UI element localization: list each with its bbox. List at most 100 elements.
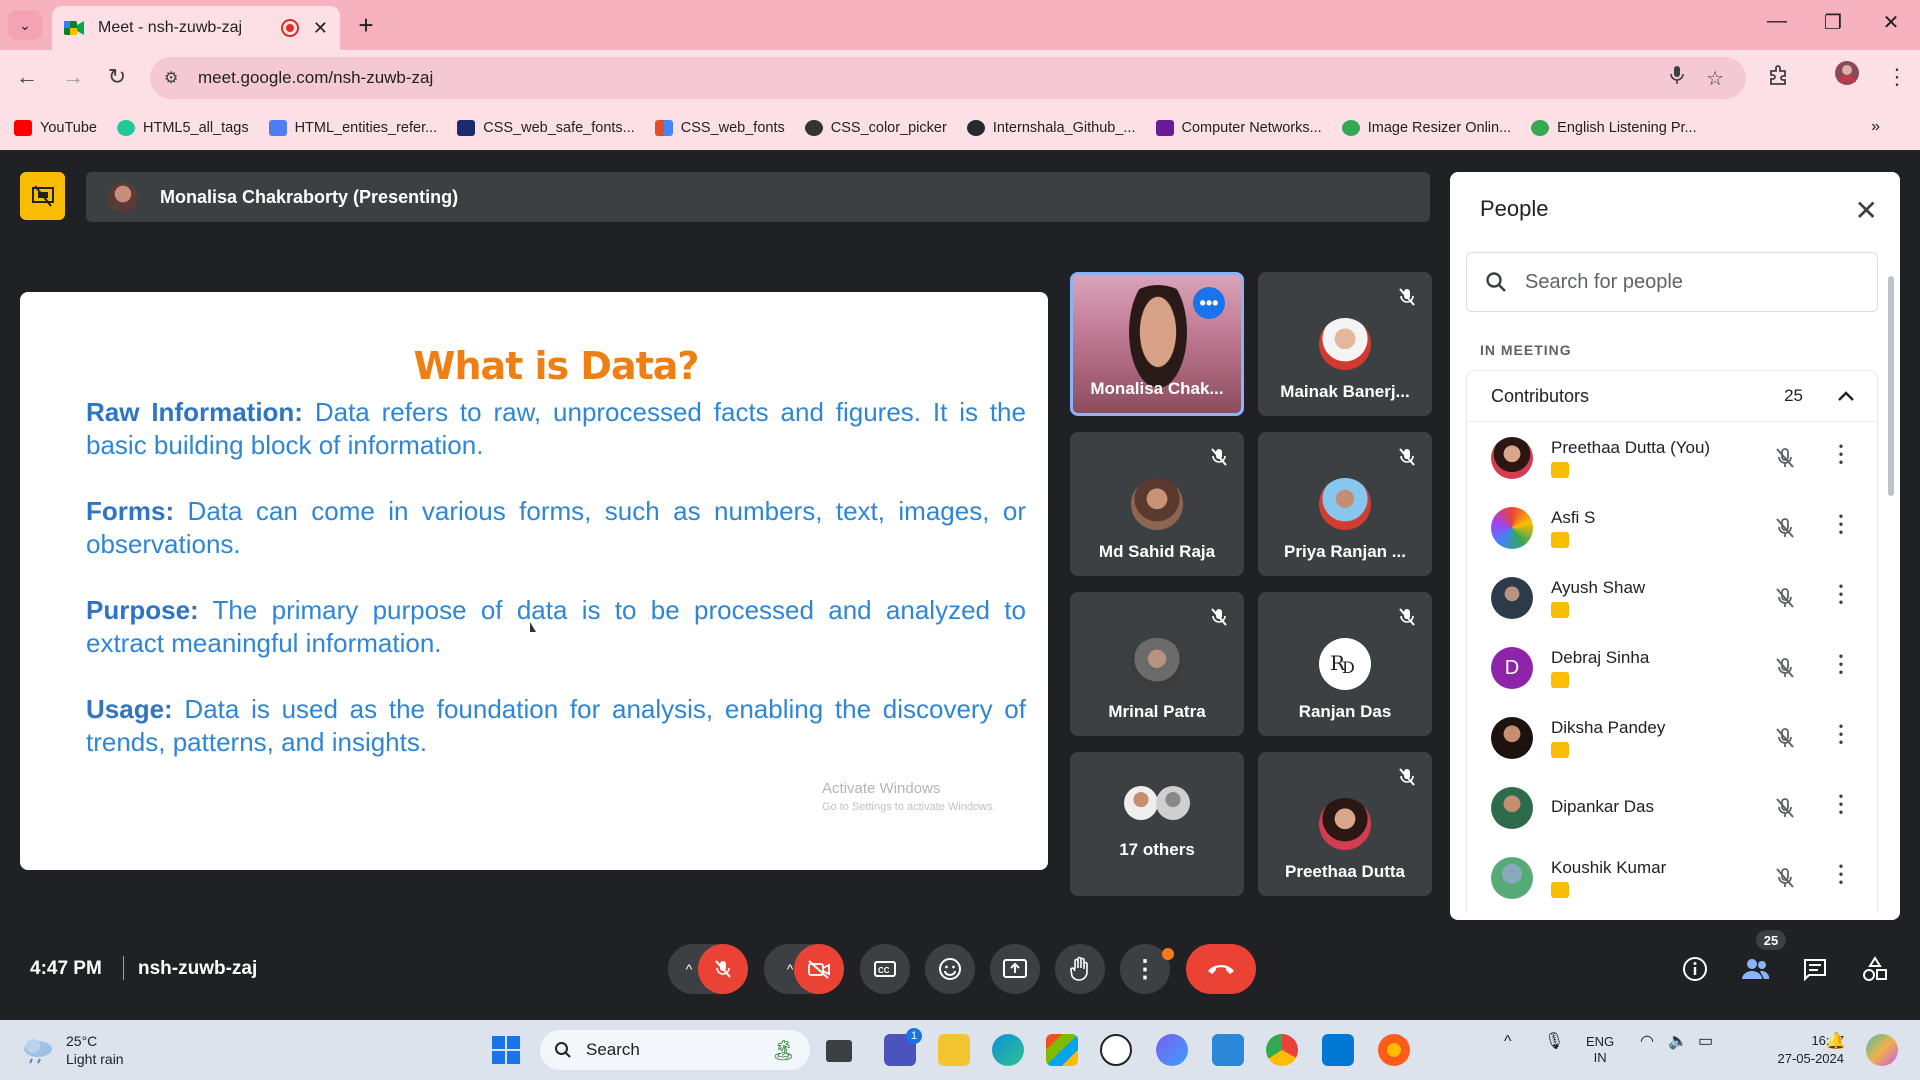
store-icon[interactable] — [1046, 1034, 1078, 1066]
participant-tile-others[interactable]: 17 others — [1070, 752, 1244, 896]
activities-button[interactable] — [1858, 952, 1892, 986]
participant-row[interactable]: Diksha Pandey • • • — [1467, 702, 1877, 772]
bookmark-item[interactable]: CSS_web_fonts — [654, 120, 785, 136]
copilot-icon[interactable] — [1156, 1034, 1188, 1066]
participant-row[interactable]: D Debraj Sinha • • • — [1467, 632, 1877, 702]
more-vert-icon[interactable]: • • • — [1837, 720, 1845, 748]
participant-tile[interactable]: Mainak Banerj... — [1258, 272, 1432, 416]
mic-off-icon[interactable] — [1773, 796, 1797, 820]
more-vert-icon[interactable]: • • • — [1837, 580, 1845, 608]
site-info-icon[interactable]: ⚙ — [164, 68, 184, 88]
participant-row[interactable]: Preethaa Dutta (You) • • • — [1467, 422, 1877, 492]
profile-avatar[interactable] — [1834, 60, 1860, 92]
bookmark-item[interactable]: YouTube — [14, 120, 97, 136]
participant-tile[interactable]: Md Sahid Raja — [1070, 432, 1244, 576]
wifi-icon[interactable]: ◠ — [1640, 1034, 1654, 1050]
bookmark-item[interactable]: Computer Networks... — [1155, 120, 1322, 136]
panel-scrollbar[interactable] — [1888, 276, 1894, 496]
reload-button[interactable]: ↻ — [102, 64, 132, 90]
taskbar-search[interactable]: Search 🏝 — [540, 1030, 810, 1070]
bookmark-item[interactable]: Internshala_Github_... — [966, 120, 1136, 136]
battery-icon[interactable]: ▭ — [1698, 1034, 1713, 1050]
start-button[interactable] — [490, 1034, 522, 1066]
browser-menu-icon[interactable]: ⋮ — [1886, 64, 1908, 90]
close-panel-icon[interactable]: ✕ — [1855, 194, 1878, 227]
people-search-input[interactable]: Search for people — [1466, 252, 1878, 312]
tray-overflow-icon[interactable]: ^ — [1504, 1034, 1512, 1050]
video-options-chevron-icon[interactable]: ^ — [787, 961, 794, 977]
back-button[interactable]: ← — [12, 64, 42, 90]
app-icon[interactable] — [1212, 1034, 1244, 1066]
more-vert-icon[interactable]: • • • — [1837, 790, 1845, 818]
reactions-button[interactable] — [925, 944, 975, 994]
more-vert-icon[interactable]: • • • — [1837, 440, 1845, 468]
vscode-icon[interactable] — [1322, 1034, 1354, 1066]
bookmark-item[interactable]: HTML5_all_tags — [116, 120, 249, 136]
more-options-icon[interactable]: ••• — [1193, 287, 1225, 319]
restore-button[interactable]: ❐ — [1818, 10, 1848, 35]
participant-tile[interactable]: Preethaa Dutta — [1258, 752, 1432, 896]
mic-off-icon[interactable] — [1773, 516, 1797, 540]
participant-row[interactable]: Koushik Kumar • • • — [1467, 842, 1877, 912]
more-vert-icon[interactable]: • • • — [1837, 860, 1845, 888]
bookmark-item[interactable]: HTML_entities_refer... — [268, 120, 437, 136]
weather-widget[interactable]: 25°C Light rain — [20, 1032, 124, 1068]
chat-button[interactable] — [1798, 952, 1832, 986]
copilot-tray-icon[interactable] — [1866, 1034, 1898, 1066]
browser-tab-meet[interactable]: Meet - nsh-zuwb-zaj ✕ — [52, 6, 340, 50]
tab-search-button[interactable]: ⌄ — [8, 10, 42, 40]
dell-icon[interactable] — [1100, 1034, 1132, 1066]
mic-off-icon[interactable] — [1773, 586, 1797, 610]
more-vert-icon[interactable]: • • • — [1837, 510, 1845, 538]
bookmark-item[interactable]: CSS_color_picker — [804, 120, 947, 136]
tab-close-icon[interactable]: ✕ — [313, 18, 328, 39]
mic-toggle-button[interactable] — [698, 944, 748, 994]
people-button[interactable] — [1738, 952, 1772, 986]
participant-row[interactable]: Ayush Shaw • • • — [1467, 562, 1877, 632]
audio-options-chevron-icon[interactable]: ^ — [686, 961, 693, 977]
participant-tile[interactable]: Priya Ranjan ... — [1258, 432, 1432, 576]
microphone-tray-icon[interactable]: 🎙 — [1544, 1034, 1564, 1050]
raise-hand-button[interactable] — [1055, 944, 1105, 994]
more-bookmarks-icon[interactable]: » — [1871, 118, 1880, 136]
address-bar[interactable]: ⚙ meet.google.com/nsh-zuwb-zaj ☆ — [150, 57, 1746, 99]
close-window-button[interactable]: ✕ — [1876, 10, 1906, 35]
bookmark-item[interactable]: English Listening Pr... — [1531, 120, 1697, 136]
bookmark-item[interactable]: CSS_web_safe_fonts... — [457, 120, 635, 136]
contributors-group-header[interactable]: Contributors 25 — [1466, 370, 1878, 422]
mic-off-icon[interactable] — [1773, 446, 1797, 470]
tile-name: 17 others — [1119, 840, 1195, 859]
mic-off-icon[interactable] — [1773, 726, 1797, 750]
leave-call-button[interactable] — [1186, 944, 1256, 994]
chevron-up-icon[interactable] — [1837, 386, 1855, 407]
volume-icon[interactable]: 🔈 — [1668, 1034, 1688, 1050]
file-explorer-icon[interactable] — [938, 1034, 970, 1066]
chrome-icon[interactable] — [1266, 1034, 1298, 1066]
present-button[interactable] — [990, 944, 1040, 994]
bookmark-item[interactable]: Image Resizer Onlin... — [1341, 120, 1511, 136]
camera-toggle-button[interactable] — [794, 944, 844, 994]
participant-tile[interactable]: RD Ranjan Das — [1258, 592, 1432, 736]
teams-icon[interactable]: 1 — [884, 1028, 922, 1066]
participant-tile[interactable]: Mrinal Patra — [1070, 592, 1244, 736]
bookmark-star-icon[interactable]: ☆ — [1706, 66, 1724, 91]
presentation-icon[interactable] — [20, 172, 65, 220]
extensions-icon[interactable] — [1768, 64, 1790, 92]
minimize-button[interactable]: — — [1762, 10, 1792, 33]
edge-icon[interactable] — [992, 1034, 1024, 1066]
meeting-details-button[interactable] — [1678, 952, 1712, 986]
firefox-icon[interactable] — [1378, 1034, 1410, 1066]
captions-button[interactable]: CC — [860, 944, 910, 994]
notification-bell-icon[interactable]: 🔔 — [1826, 1034, 1846, 1050]
task-view-icon[interactable] — [826, 1040, 852, 1062]
new-tab-button[interactable]: + — [352, 10, 380, 40]
more-vert-icon[interactable]: • • • — [1837, 650, 1845, 678]
microphone-icon[interactable] — [1670, 65, 1684, 91]
participant-tile[interactable]: ••• Monalisa Chak... — [1070, 272, 1244, 416]
input-language[interactable]: ENG IN — [1586, 1034, 1614, 1066]
mic-off-icon[interactable] — [1773, 866, 1797, 890]
forward-button[interactable]: → — [58, 64, 88, 90]
mic-off-icon[interactable] — [1773, 656, 1797, 680]
participant-row[interactable]: Asfi S • • • — [1467, 492, 1877, 562]
participant-row[interactable]: Dipankar Das • • • — [1467, 772, 1877, 842]
